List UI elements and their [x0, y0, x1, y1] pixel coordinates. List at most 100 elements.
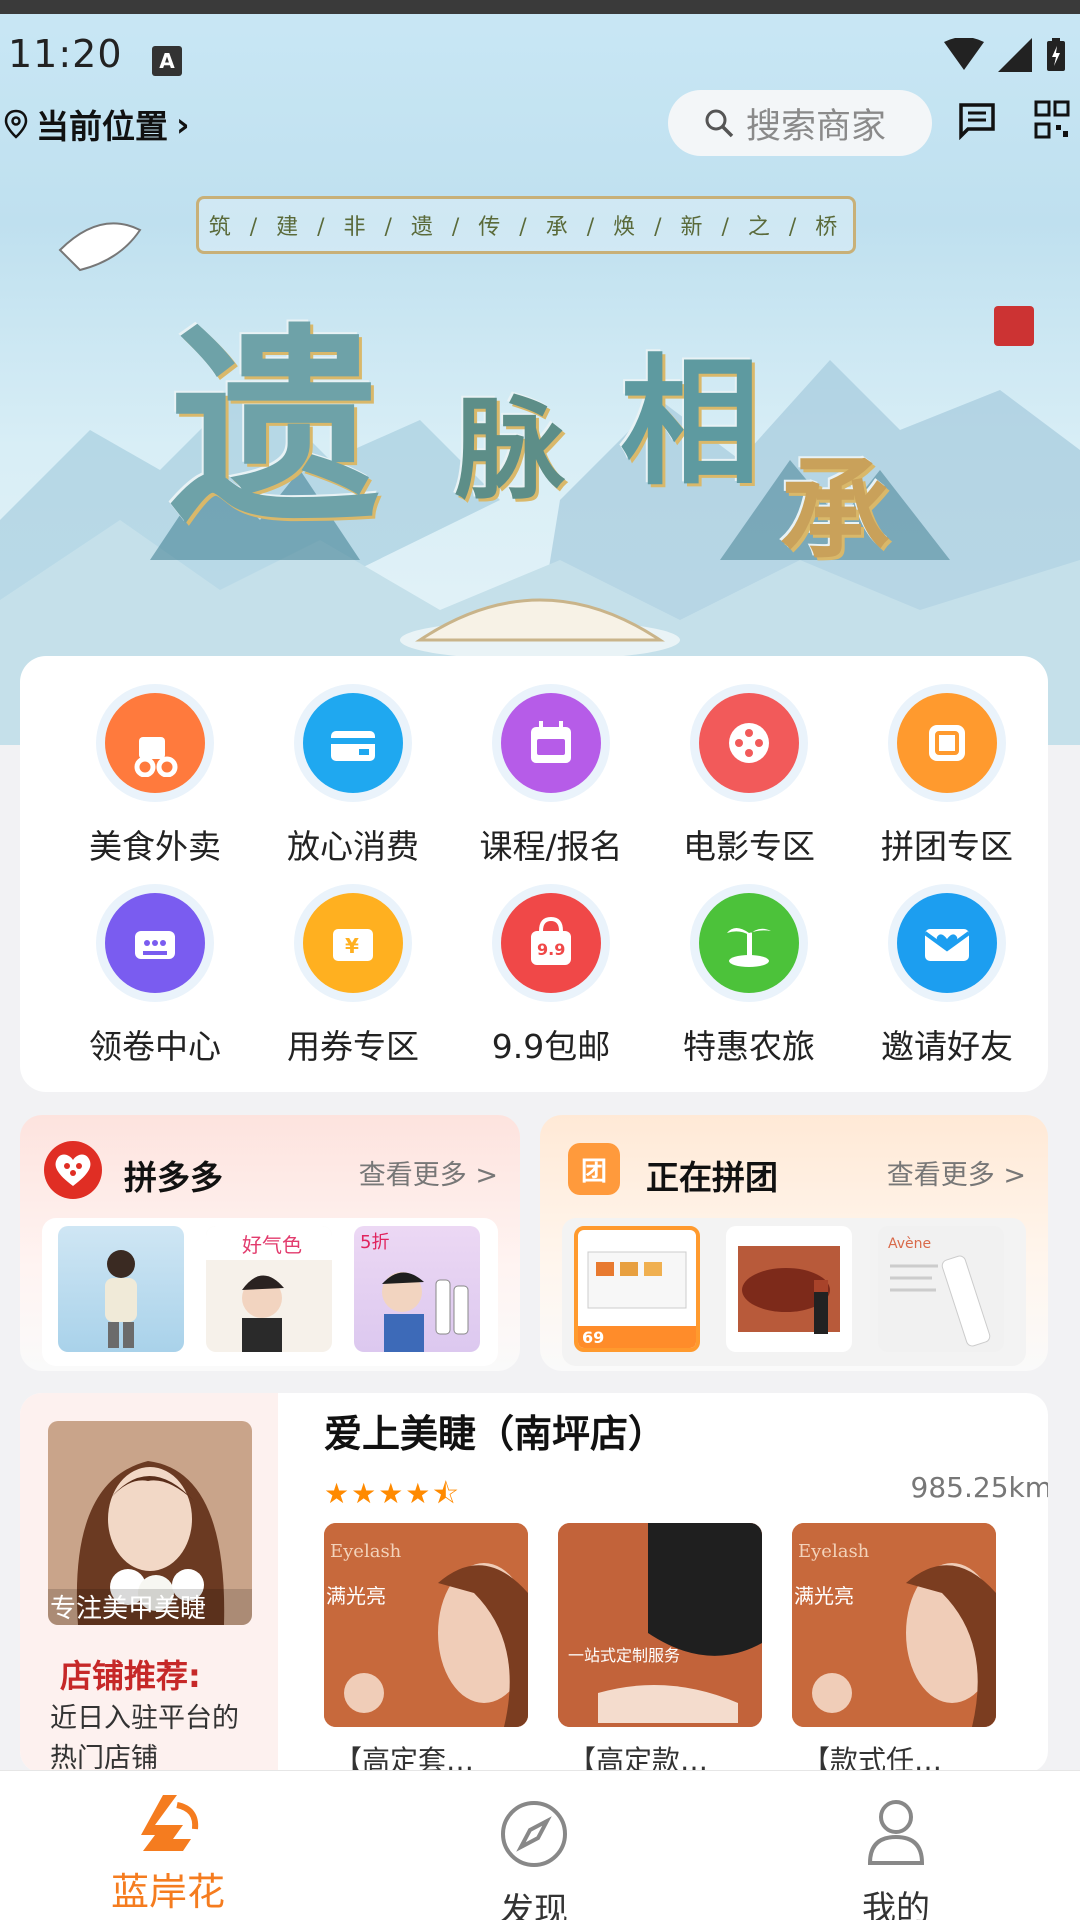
group-buy-icon [897, 693, 997, 793]
svg-text:满光亮: 满光亮 [794, 1584, 854, 1608]
nav-discover-tab[interactable]: 发现 [434, 1771, 634, 1920]
grid-item-7[interactable]: ¥ 用券专区 [258, 884, 448, 1068]
icon-halo [690, 684, 808, 802]
grid-item-label: 邀请好友 [881, 1027, 1013, 1066]
store-name[interactable]: 爱上美睫（南坪店） [324, 1403, 666, 1458]
icon-halo: ¥ [294, 884, 412, 1002]
grid-item-2[interactable]: 放心消费 [258, 684, 448, 868]
rating-stars: ★★★★⯪ [324, 1477, 461, 1510]
film-reel-icon [699, 693, 799, 793]
product-caption[interactable]: 【高定套… [334, 1739, 474, 1773]
icon-halo: 9.9 [492, 884, 610, 1002]
grid-item-label: 特惠农旅 [683, 1027, 815, 1066]
view-more-link[interactable]: 查看更多 > [359, 1153, 498, 1192]
grid-item-8[interactable]: 9.9 9.9包邮 [456, 884, 646, 1068]
svg-text:Eyelash: Eyelash [798, 1541, 870, 1562]
svg-text:9.9: 9.9 [537, 940, 565, 959]
banner-title-char-3: 相 [620, 341, 761, 505]
icon-halo [492, 684, 610, 802]
group-buy-promo-card[interactable]: 团 正在拼团 查看更多 > 69 Avène [540, 1115, 1048, 1371]
nav-home-label: 蓝岸花 [110, 1870, 225, 1914]
pinduoduo-logo-icon [44, 1141, 102, 1199]
search-placeholder: 搜索商家 [746, 106, 887, 147]
grid-item-label: 放心消费 [287, 827, 419, 866]
category-grid: 美食外卖 放心消费 课程/报名 电影专区 拼团专区领卷中心 ¥ 用券专区 9.9 9.9包邮 特惠… [20, 656, 1048, 1092]
invite-envelope-icon [897, 893, 997, 993]
location-selector[interactable]: 当前位置 › [4, 100, 190, 148]
banner-slogan: 筑 / 建 / 非 / 遗 / 传 / 承 / 焕 / 新 / 之 / 桥 [196, 196, 856, 254]
svg-text:69: 69 [582, 1328, 604, 1347]
product-thumbnail[interactable]: 69 [574, 1226, 700, 1352]
icon-halo [96, 684, 214, 802]
brand-logo-icon [141, 1795, 199, 1851]
coupon-basket-icon [105, 893, 205, 993]
svg-text:好气色: 好气色 [242, 1233, 302, 1257]
grid-item-3[interactable]: 课程/报名 [456, 684, 646, 868]
store-recommend-panel: 专注美甲美睫 店铺推荐: 近日入驻平台的热门店铺 [20, 1393, 278, 1773]
nav-home-tab[interactable]: 蓝岸花 [68, 1771, 268, 1916]
product-thumbnail[interactable]: 5折 [354, 1226, 480, 1352]
grid-item-label: 9.9包邮 [491, 1027, 611, 1066]
grid-item-9[interactable]: 特惠农旅 [654, 884, 844, 1068]
product-thumbnail[interactable] [58, 1226, 184, 1352]
product-caption[interactable]: 【高定款… [568, 1739, 708, 1773]
product-thumbnail[interactable]: Avène [878, 1226, 1004, 1352]
icon-halo [888, 684, 1006, 802]
status-bar: 11:20 A [0, 14, 1080, 86]
product-strip: 69 Avène [562, 1218, 1026, 1366]
grid-item-1[interactable]: 美食外卖 [60, 684, 250, 868]
red-seal-stamp [994, 306, 1034, 346]
banner-title-char-2: 脉 [455, 385, 565, 514]
shopping-bag-icon: 9.9 [501, 893, 601, 993]
location-pin-icon [4, 109, 28, 139]
product-thumbnail[interactable]: 一站式定制服务 [558, 1523, 762, 1727]
recommend-description: 近日入驻平台的热门店铺 [50, 1703, 239, 1773]
product-thumbnail[interactable]: 好气色 [206, 1226, 332, 1352]
message-icon[interactable] [958, 102, 996, 140]
svg-text:5折: 5折 [360, 1232, 389, 1253]
svg-text:Eyelash: Eyelash [330, 1541, 402, 1562]
group-logo-icon: 团 [568, 1143, 620, 1195]
svg-text:¥: ¥ [345, 934, 359, 958]
qr-scan-icon[interactable] [1034, 100, 1070, 140]
header-row: 当前位置 › 搜索商家 [0, 90, 1080, 156]
sim-badge-icon: A [152, 46, 182, 76]
product-thumbnail[interactable]: Eyelash 满光亮 [792, 1523, 996, 1727]
icon-halo [690, 884, 808, 1002]
svg-text:专注美甲美睫: 专注美甲美睫 [50, 1594, 206, 1624]
nav-discover-label: 发现 [500, 1891, 568, 1920]
svg-text:Avène: Avène [888, 1236, 931, 1252]
palm-island-icon [699, 893, 799, 993]
search-input[interactable]: 搜索商家 [668, 90, 932, 156]
product-thumbnail[interactable]: Eyelash 满光亮 [324, 1523, 528, 1727]
battery-icon [1047, 38, 1065, 71]
yuan-coupon-icon: ¥ [303, 893, 403, 993]
grid-item-4[interactable]: 电影专区 [654, 684, 844, 868]
profile-icon [867, 1800, 925, 1865]
icon-halo [96, 884, 214, 1002]
promo-title: 正在拼团 [646, 1158, 778, 1197]
product-caption[interactable]: 【款式任… [802, 1739, 942, 1773]
compass-icon [501, 1801, 567, 1867]
product-strip: 好气色 5折 [42, 1218, 498, 1366]
location-label: 当前位置 [36, 107, 168, 146]
food-delivery-icon [105, 693, 205, 793]
product-thumbnail[interactable] [726, 1226, 852, 1352]
grid-item-label: 用券专区 [287, 1027, 419, 1066]
grid-item-10[interactable]: 邀请好友 [852, 884, 1042, 1068]
wifi-icon [944, 38, 984, 70]
card-icon [303, 693, 403, 793]
store-cover-photo[interactable]: 专注美甲美睫 [48, 1421, 252, 1625]
grid-item-label: 电影专区 [683, 827, 815, 866]
grid-item-label: 拼团专区 [881, 827, 1013, 866]
view-more-link[interactable]: 查看更多 > [887, 1153, 1026, 1192]
grid-item-6[interactable]: 领卷中心 [60, 884, 250, 1068]
grid-item-label: 课程/报名 [479, 827, 623, 866]
grid-item-label: 领卷中心 [89, 1027, 221, 1066]
chevron-right-icon: › [176, 104, 190, 144]
grid-item-5[interactable]: 拼团专区 [852, 684, 1042, 868]
nav-profile-tab[interactable]: 我的 [796, 1771, 996, 1920]
grid-item-label: 美食外卖 [89, 827, 221, 866]
pinduoduo-promo-card[interactable]: 拼多多 查看更多 > 好气色 5折 [20, 1115, 520, 1371]
store-recommendation-card[interactable]: 专注美甲美睫 店铺推荐: 近日入驻平台的热门店铺 爱上美睫（南坪店） ★★★★⯪… [20, 1393, 1048, 1773]
